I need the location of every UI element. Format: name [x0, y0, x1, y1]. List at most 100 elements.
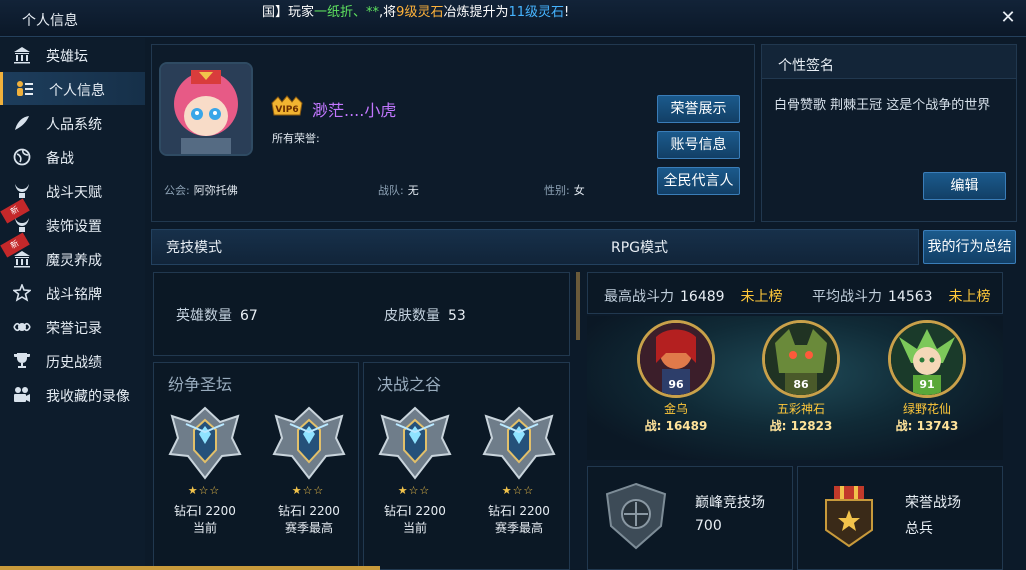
- skin-count-value: 53: [448, 308, 466, 324]
- peak-arena-label: 巅峰竞技场: [695, 495, 765, 511]
- sidebar-item-label: 荣誉记录: [46, 321, 102, 337]
- avatar[interactable]: [159, 62, 253, 156]
- edit-signature-button[interactable]: 编辑: [923, 172, 1006, 200]
- hero-level: 91: [919, 378, 935, 391]
- rank-stars: ★☆☆: [291, 484, 325, 497]
- tab-arena[interactable]: 竞技模式: [166, 229, 222, 265]
- globe-icon: [12, 147, 32, 167]
- sidebar-item-videos[interactable]: 我收藏的录像: [0, 378, 145, 411]
- max-power-label: 最高战斗力: [604, 289, 674, 305]
- ticker-seg: !: [564, 5, 570, 20]
- peak-arena-value: 700: [695, 518, 722, 534]
- rank-emblem-icon: [270, 404, 348, 482]
- hero-level: 86: [793, 378, 809, 391]
- hero-count: 英雄数量 67: [176, 305, 258, 325]
- hero-power: 战: 13743: [895, 419, 959, 433]
- emblem-icon: [12, 317, 32, 337]
- temple-icon: [12, 45, 32, 65]
- honor-battlefield-label: 荣誉战场: [905, 495, 961, 511]
- sidebar-item-profile[interactable]: 个人信息: [0, 72, 145, 105]
- profile-list-icon: [15, 79, 35, 99]
- account-info-button[interactable]: 账号信息: [657, 131, 740, 159]
- sidebar-item-spirit[interactable]: 新 魔灵养成: [0, 232, 145, 275]
- scrollbar[interactable]: [576, 272, 580, 340]
- rank-value: 钻石Ⅰ 2200: [278, 504, 340, 518]
- guild-value: 阿弥托佛: [193, 184, 238, 197]
- tab-rpg[interactable]: RPG模式: [611, 229, 668, 265]
- sidebar-item-label: 战斗天赋: [46, 185, 102, 201]
- shield-icon: [603, 482, 669, 550]
- avg-power-label: 平均战斗力: [812, 289, 882, 305]
- medal-icon: [818, 484, 880, 548]
- honor-battlefield-value: 总兵: [905, 521, 933, 537]
- ticker-seg: 9级灵石: [396, 5, 444, 20]
- hero-level: 96: [668, 378, 684, 391]
- hero-name: 五彩神石: [776, 402, 825, 416]
- team-value: 无: [407, 184, 419, 197]
- signature-title: 个性签名: [778, 58, 834, 74]
- ambassador-button[interactable]: 全民代言人: [657, 167, 740, 195]
- rank-caption: 当前: [402, 521, 427, 535]
- ticker-seg: 11级灵石: [508, 5, 565, 20]
- rank-value: 钻石Ⅰ 2200: [384, 504, 446, 518]
- hero-name: 绿野花仙: [902, 402, 951, 416]
- ticker-seg: ,将: [379, 5, 397, 20]
- close-icon[interactable]: ✕: [996, 6, 1020, 30]
- rank-emblem-icon: [480, 404, 558, 482]
- broadcast-ticker: 国】玩家一纸折、**,将9级灵石冶炼提升为11级灵石!: [262, 1, 569, 20]
- ticker-seg: 国】玩家: [262, 5, 315, 20]
- sidebar-item-hero-altar[interactable]: 英雄坛: [0, 38, 145, 71]
- signature-text: 白骨赞歌 荆棘王冠 这是个战争的世界: [774, 98, 991, 113]
- arena-title: 决战之谷: [377, 375, 442, 394]
- sidebar: 英雄坛 个人信息 人品系统 备战 战斗天赋 新 装饰设置 新 魔灵养成 战斗铭牌…: [0, 38, 145, 570]
- sidebar-item-label: 历史战绩: [46, 355, 102, 371]
- title-bar: 个人信息 国】玩家一纸折、**,将9级灵石冶炼提升为11级灵石! ✕: [0, 0, 1026, 37]
- sidebar-item-label: 我收藏的录像: [46, 389, 130, 405]
- rank-emblem-icon: [376, 404, 454, 482]
- hero-name: 金乌: [663, 402, 688, 416]
- hero-card[interactable]: 86 五彩神石 战: 12823: [762, 320, 840, 434]
- ticker-seg: 一纸折、**: [314, 5, 380, 20]
- ticker-seg: 冶炼提升为: [443, 5, 509, 20]
- max-power-rank: 未上榜: [740, 289, 783, 305]
- sidebar-item-prepare[interactable]: 备战: [0, 140, 145, 173]
- behavior-summary-button[interactable]: 我的行为总结: [923, 230, 1016, 264]
- hero-card[interactable]: 91 绿野花仙 战: 13743: [888, 320, 966, 434]
- sidebar-item-nameplate[interactable]: 战斗铭牌: [0, 276, 145, 309]
- vip-label: VIP6: [275, 105, 298, 115]
- gender-value: 女: [573, 184, 585, 197]
- sidebar-item-character[interactable]: 人品系统: [0, 106, 145, 139]
- sidebar-item-label: 备战: [46, 151, 74, 167]
- rank-caption: 当前: [192, 521, 217, 535]
- hero-power: 战: 16489: [644, 419, 708, 433]
- app-window: 个人信息 国】玩家一纸折、**,将9级灵石冶炼提升为11级灵石! ✕ 英雄坛 个…: [0, 0, 1026, 570]
- max-power: 最高战斗力 16489 未上榜: [604, 286, 783, 306]
- hero-count-label: 英雄数量: [176, 308, 232, 324]
- temple-icon: [12, 249, 32, 269]
- hero-power: 战: 12823: [769, 419, 833, 433]
- horizontal-scrollbar[interactable]: [0, 566, 380, 570]
- rank-emblem-icon: [166, 404, 244, 482]
- rank-value: 钻石Ⅰ 2200: [174, 504, 236, 518]
- avg-power-value: 14563: [888, 289, 933, 305]
- gender-info: 性别: 女: [544, 182, 585, 198]
- feather-icon: [12, 113, 32, 133]
- window-title: 个人信息: [22, 13, 78, 29]
- sidebar-item-history[interactable]: 历史战绩: [0, 344, 145, 377]
- hero-card[interactable]: 96 金乌 战: 16489: [637, 320, 715, 434]
- mode-tab-bar: [151, 229, 919, 265]
- rank-caption: 赛季最高: [494, 521, 543, 535]
- star-badge-icon: [12, 283, 32, 303]
- max-power-value: 16489: [680, 289, 725, 305]
- sidebar-item-label: 人品系统: [46, 117, 102, 133]
- rank-stars: ★☆☆: [397, 484, 431, 497]
- video-icon: [12, 385, 32, 405]
- skin-count-label: 皮肤数量: [384, 308, 440, 324]
- sidebar-item-label: 个人信息: [49, 83, 105, 99]
- team-info: 战队: 无: [378, 182, 419, 198]
- trophy-icon: [12, 351, 32, 371]
- team-label: 战队:: [378, 184, 404, 197]
- honor-display-button[interactable]: 荣誉展示: [657, 95, 740, 123]
- sidebar-item-label: 装饰设置: [46, 219, 102, 235]
- sidebar-item-honor-record[interactable]: 荣誉记录: [0, 310, 145, 343]
